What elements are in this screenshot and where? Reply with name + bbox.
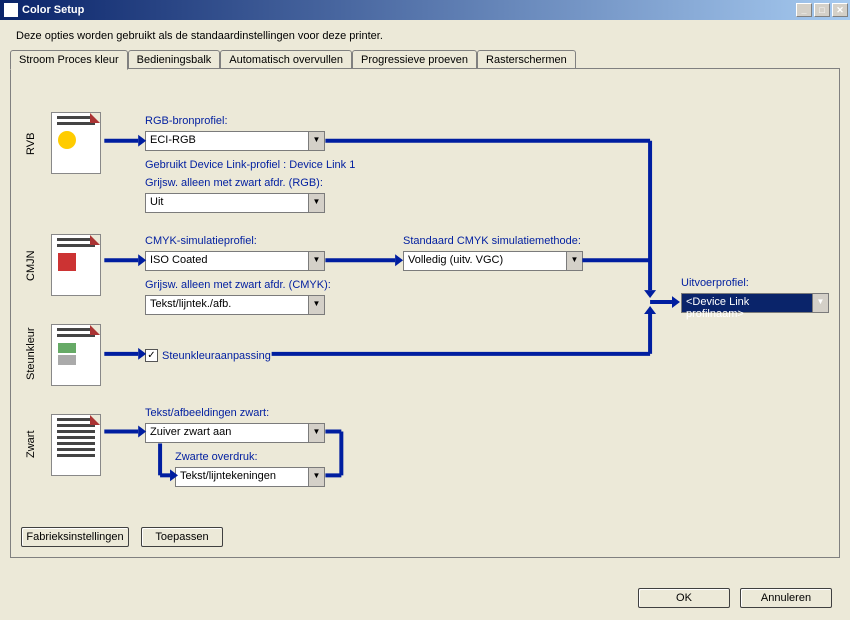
- label-cmyk-method: Standaard CMYK simulatiemethode:: [403, 235, 581, 247]
- dropdown-gray-rgb[interactable]: Uit ▼: [145, 193, 325, 213]
- label-text-black: Tekst/afbeeldingen zwart:: [145, 407, 269, 419]
- dropdown-gray-cmyk[interactable]: Tekst/lijntek./afb. ▼: [145, 295, 325, 315]
- dropdown-gray-cmyk-arrow[interactable]: ▼: [308, 296, 324, 314]
- title-bar: Color Setup _ □ ✕: [0, 0, 850, 20]
- checkbox-spot[interactable]: ✓ Steunkleuraanpassing: [145, 349, 271, 362]
- dropdown-gray-cmyk-value: Tekst/lijntek./afb.: [150, 298, 231, 310]
- side-label-cmjn: CMJN: [25, 236, 43, 296]
- checkbox-spot-label: Steunkleuraanpassing: [162, 350, 271, 362]
- tab-automatisch-overvullen[interactable]: Automatisch overvullen: [220, 50, 352, 69]
- dropdown-black-overprint-value: Tekst/lijntekeningen: [180, 470, 276, 482]
- dropdown-black-overprint[interactable]: Tekst/lijntekeningen ▼: [175, 467, 325, 487]
- label-device-link-used: Gebruikt Device Link-profiel : Device Li…: [145, 159, 355, 171]
- tab-progressieve-proeven[interactable]: Progressieve proeven: [352, 50, 477, 69]
- label-output-profile: Uitvoerprofiel:: [681, 277, 749, 289]
- intro-text: Deze opties worden gebruikt als de stand…: [0, 20, 850, 48]
- window-icon: [4, 3, 18, 17]
- dropdown-black-overprint-arrow[interactable]: ▼: [308, 468, 324, 486]
- side-label-zwart: Zwart: [25, 414, 43, 474]
- tab-rasterschermen[interactable]: Rasterschermen: [477, 50, 576, 69]
- factory-settings-button[interactable]: Fabrieksinstellingen: [21, 527, 129, 547]
- dropdown-cmyk-sim-value: ISO Coated: [150, 254, 207, 266]
- flow-content: RVB CMJN Steunkleur Zwart RGB-bronprofie…: [11, 69, 839, 557]
- dropdown-text-black-arrow[interactable]: ▼: [308, 424, 324, 442]
- dropdown-gray-rgb-arrow[interactable]: ▼: [308, 194, 324, 212]
- doc-icon-steun: [51, 324, 101, 386]
- label-black-overprint: Zwarte overdruk:: [175, 451, 258, 463]
- dropdown-cmyk-method-arrow[interactable]: ▼: [566, 252, 582, 270]
- dropdown-output-profile[interactable]: <Device Link profilnaam> ▼: [681, 293, 829, 313]
- close-button[interactable]: ✕: [832, 3, 848, 17]
- ok-button[interactable]: OK: [638, 588, 730, 608]
- dropdown-rgb-source[interactable]: ECI-RGB ▼: [145, 131, 325, 151]
- apply-button[interactable]: Toepassen: [141, 527, 223, 547]
- dropdown-output-profile-arrow[interactable]: ▼: [812, 294, 828, 312]
- side-label-rvb: RVB: [25, 114, 43, 174]
- tab-panel: RVB CMJN Steunkleur Zwart RGB-bronprofie…: [10, 68, 840, 558]
- maximize-button[interactable]: □: [814, 3, 830, 17]
- window-title: Color Setup: [22, 4, 84, 16]
- minimize-button[interactable]: _: [796, 3, 812, 17]
- dropdown-rgb-source-value: ECI-RGB: [150, 134, 196, 146]
- doc-icon-zwart: [51, 414, 101, 476]
- label-gray-rgb: Grijsw. alleen met zwart afdr. (RGB):: [145, 177, 323, 189]
- tab-stroom-proces-kleur[interactable]: Stroom Proces kleur: [10, 50, 128, 70]
- doc-icon-rvb: [51, 112, 101, 174]
- side-label-steun: Steunkleur: [25, 324, 43, 384]
- dropdown-cmyk-method[interactable]: Volledig (uitv. VGC) ▼: [403, 251, 583, 271]
- dropdown-text-black[interactable]: Zuiver zwart aan ▼: [145, 423, 325, 443]
- dropdown-rgb-source-arrow[interactable]: ▼: [308, 132, 324, 150]
- checkbox-spot-mark: ✓: [147, 350, 155, 361]
- label-gray-cmyk: Grijsw. alleen met zwart afdr. (CMYK):: [145, 279, 331, 291]
- tab-strip: Stroom Proces kleur Bedieningsbalk Autom…: [10, 49, 840, 69]
- dropdown-cmyk-sim[interactable]: ISO Coated ▼: [145, 251, 325, 271]
- dropdown-cmyk-sim-arrow[interactable]: ▼: [308, 252, 324, 270]
- label-cmyk-sim: CMYK-simulatieprofiel:: [145, 235, 257, 247]
- checkbox-spot-box[interactable]: ✓: [145, 349, 158, 362]
- dropdown-cmyk-method-value: Volledig (uitv. VGC): [408, 254, 503, 266]
- dropdown-gray-rgb-value: Uit: [150, 196, 163, 208]
- doc-icon-cmjn: [51, 234, 101, 296]
- dropdown-text-black-value: Zuiver zwart aan: [150, 426, 231, 438]
- cancel-button[interactable]: Annuleren: [740, 588, 832, 608]
- tab-bedieningsbalk[interactable]: Bedieningsbalk: [128, 50, 221, 69]
- label-rgb-source: RGB-bronprofiel:: [145, 115, 228, 127]
- dropdown-output-profile-value: <Device Link profilnaam>: [686, 296, 749, 320]
